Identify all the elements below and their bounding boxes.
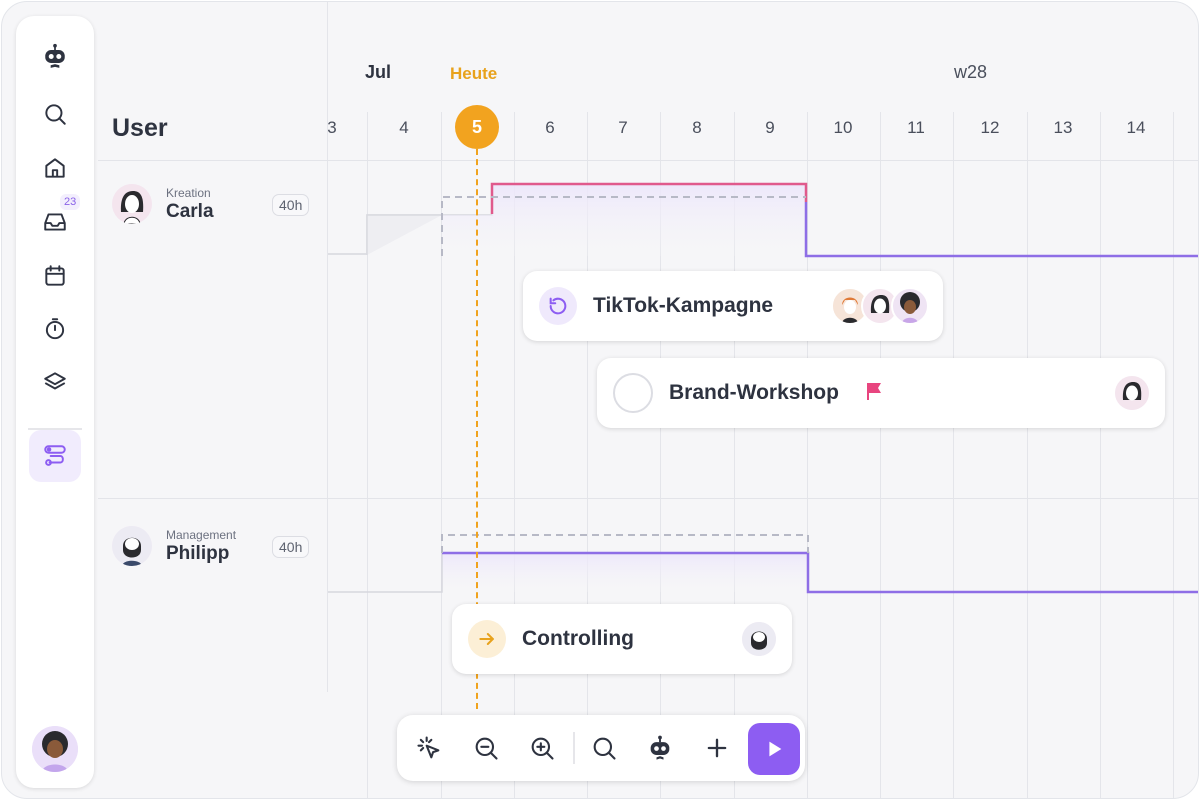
current-user-avatar[interactable] <box>32 726 78 772</box>
circle-outline-icon[interactable] <box>613 373 653 413</box>
capacity-fill <box>442 184 806 256</box>
recurring-icon <box>539 287 577 325</box>
user-role: Management <box>166 527 237 542</box>
bot-logo-icon[interactable] <box>33 34 77 78</box>
assignee-avatars <box>831 287 929 325</box>
zoom-out-icon[interactable] <box>468 730 504 766</box>
user-row-philipp[interactable]: Management Philipp <box>112 526 236 566</box>
search-icon[interactable] <box>586 730 622 766</box>
capacity-limit-dashed <box>441 534 809 553</box>
hours-badge: 40h <box>272 536 310 558</box>
user-name: Carla <box>166 200 214 222</box>
bot-icon[interactable] <box>642 730 678 766</box>
home-icon[interactable] <box>33 146 77 190</box>
zoom-in-icon[interactable] <box>524 730 560 766</box>
flag-icon <box>865 381 883 406</box>
bottom-toolbar <box>397 715 805 781</box>
user-row-carla[interactable]: Kreation Carla <box>112 184 214 224</box>
stopwatch-icon[interactable] <box>33 307 77 351</box>
app-window: User Jul Heute w28 3 4 5 6 7 8 9 10 11 1… <box>1 1 1199 799</box>
toolbar-separator <box>573 732 575 764</box>
inbox-count-badge: 23 <box>60 194 81 210</box>
capacity-line <box>804 202 1198 258</box>
avatar <box>112 526 152 566</box>
arrow-right-icon <box>468 620 506 658</box>
task-title: Controlling <box>522 627 634 650</box>
hours-badge: 40h <box>272 194 310 216</box>
play-button[interactable] <box>748 723 800 775</box>
task-title: Brand-Workshop <box>669 381 839 404</box>
capacity-baseline <box>328 553 443 593</box>
avatar <box>112 184 152 224</box>
pointer-sparkle-icon[interactable] <box>411 730 447 766</box>
capacity-past <box>366 214 442 255</box>
avatar <box>891 287 929 325</box>
avatar <box>740 620 778 658</box>
task-card-brand-workshop[interactable]: Brand-Workshop <box>597 358 1165 428</box>
calendar-icon[interactable] <box>33 254 77 298</box>
plus-icon[interactable] <box>699 730 735 766</box>
sidebar: 23 <box>16 16 94 788</box>
user-name: Philipp <box>166 542 230 564</box>
layers-icon[interactable] <box>33 360 77 404</box>
play-icon <box>769 741 782 757</box>
workflow-icon[interactable] <box>29 430 81 482</box>
avatar <box>1113 374 1151 412</box>
search-icon[interactable] <box>33 92 77 136</box>
task-card-controlling[interactable]: Controlling <box>452 604 792 674</box>
task-card-tiktok[interactable]: TikTok-Kampagne <box>523 271 943 341</box>
capacity-fill <box>442 553 808 592</box>
user-role: Kreation <box>166 185 211 200</box>
task-title: TikTok-Kampagne <box>593 294 774 317</box>
